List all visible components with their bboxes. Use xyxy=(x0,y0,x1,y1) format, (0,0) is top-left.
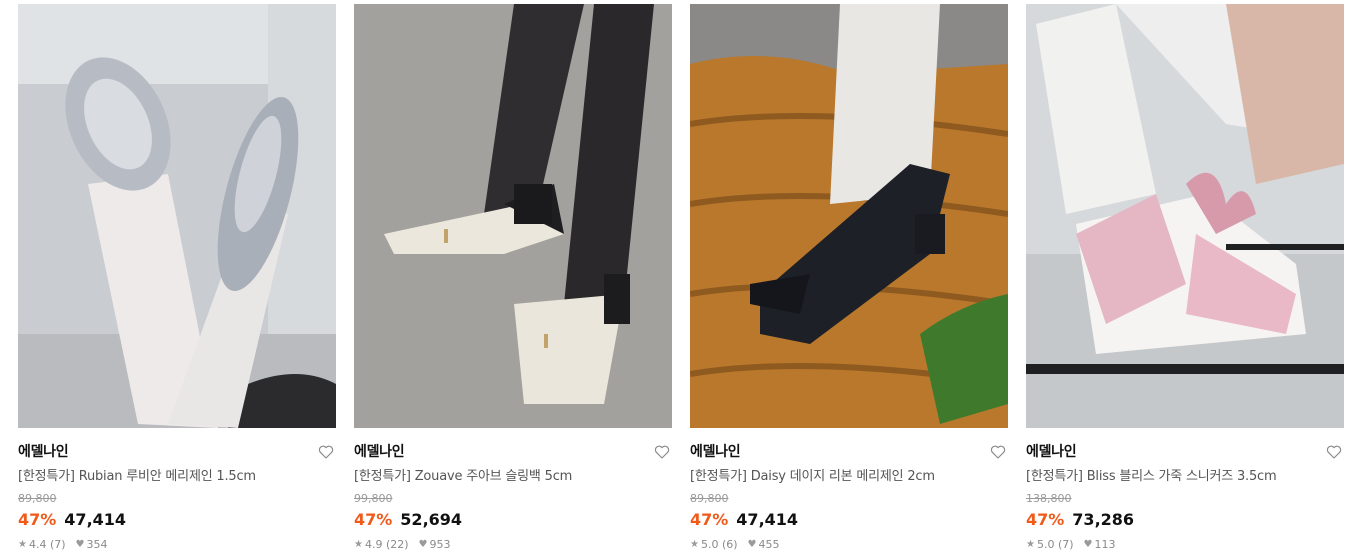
rating: ★ 4.4 (7) xyxy=(18,537,66,553)
likes: ♥ 354 xyxy=(76,537,108,553)
likes: ♥ 953 xyxy=(419,537,451,553)
rating-value: 4.9 (22) xyxy=(364,538,409,551)
sale-price: 73,286 xyxy=(1072,510,1135,529)
rating: ★ 5.0 (6) xyxy=(690,537,738,553)
likes: ♥ 113 xyxy=(1084,537,1116,553)
star-icon: ★ xyxy=(1026,539,1035,550)
original-price: 89,800 xyxy=(690,492,729,505)
product-photo xyxy=(354,4,672,428)
product-image[interactable] xyxy=(690,4,1008,428)
likes-count: 455 xyxy=(758,538,780,551)
star-icon: ★ xyxy=(354,539,363,550)
heart-filled-icon: ♥ xyxy=(1083,539,1093,550)
rating: ★ 4.9 (22) xyxy=(354,537,409,553)
likes-count: 354 xyxy=(86,538,108,551)
product-title[interactable]: [한정특가] Zouave 주아브 슬링백 5cm xyxy=(354,467,672,487)
product-card[interactable]: 에델나인 [한정특가] Zouave 주아브 슬링백 5cm 99,800 47… xyxy=(354,4,672,553)
product-title[interactable]: [한정특가] Rubian 루비안 메리제인 1.5cm xyxy=(18,467,336,487)
product-photo xyxy=(18,4,336,428)
discount-rate: 47% xyxy=(690,510,729,529)
product-photo xyxy=(690,4,1008,428)
product-grid: 에델나인 [한정특가] Rubian 루비안 메리제인 1.5cm 89,800… xyxy=(18,4,1344,553)
heart-outline-icon[interactable] xyxy=(318,444,334,460)
brand-name[interactable]: 에델나인 xyxy=(690,441,1008,463)
product-photo xyxy=(1026,4,1344,428)
heart-filled-icon: ♥ xyxy=(418,539,428,550)
sale-price: 47,414 xyxy=(64,510,127,529)
product-image[interactable] xyxy=(18,4,336,428)
likes: ♥ 455 xyxy=(748,537,780,553)
heart-filled-icon: ♥ xyxy=(75,539,85,550)
heart-outline-icon[interactable] xyxy=(990,444,1006,460)
product-image[interactable] xyxy=(354,4,672,428)
star-icon: ★ xyxy=(18,539,27,550)
star-icon: ★ xyxy=(690,539,699,550)
original-price: 89,800 xyxy=(18,492,57,505)
sale-price: 52,694 xyxy=(400,510,463,529)
rating-value: 5.0 (7) xyxy=(1036,538,1074,551)
likes-count: 953 xyxy=(429,538,451,551)
discount-rate: 47% xyxy=(18,510,57,529)
product-image[interactable] xyxy=(1026,4,1344,428)
rating: ★ 5.0 (7) xyxy=(1026,537,1074,553)
likes-count: 113 xyxy=(1094,538,1116,551)
original-price: 138,800 xyxy=(1026,492,1072,505)
discount-rate: 47% xyxy=(1026,510,1065,529)
brand-name[interactable]: 에델나인 xyxy=(1026,441,1344,463)
rating-value: 4.4 (7) xyxy=(28,538,66,551)
product-title[interactable]: [한정특가] Bliss 블리스 가죽 스니커즈 3.5cm xyxy=(1026,467,1344,487)
product-card[interactable]: 에델나인 [한정특가] Rubian 루비안 메리제인 1.5cm 89,800… xyxy=(18,4,336,553)
heart-filled-icon: ♥ xyxy=(747,539,757,550)
original-price: 99,800 xyxy=(354,492,393,505)
product-card[interactable]: 에델나인 [한정특가] Bliss 블리스 가죽 스니커즈 3.5cm 138,… xyxy=(1026,4,1344,553)
heart-outline-icon[interactable] xyxy=(654,444,670,460)
heart-outline-icon[interactable] xyxy=(1326,444,1342,460)
sale-price: 47,414 xyxy=(736,510,799,529)
product-card[interactable]: 에델나인 [한정특가] Daisy 데이지 리본 메리제인 2cm 89,800… xyxy=(690,4,1008,553)
product-title[interactable]: [한정특가] Daisy 데이지 리본 메리제인 2cm xyxy=(690,467,1008,487)
brand-name[interactable]: 에델나인 xyxy=(354,441,672,463)
brand-name[interactable]: 에델나인 xyxy=(18,441,336,463)
discount-rate: 47% xyxy=(354,510,393,529)
rating-value: 5.0 (6) xyxy=(700,538,738,551)
